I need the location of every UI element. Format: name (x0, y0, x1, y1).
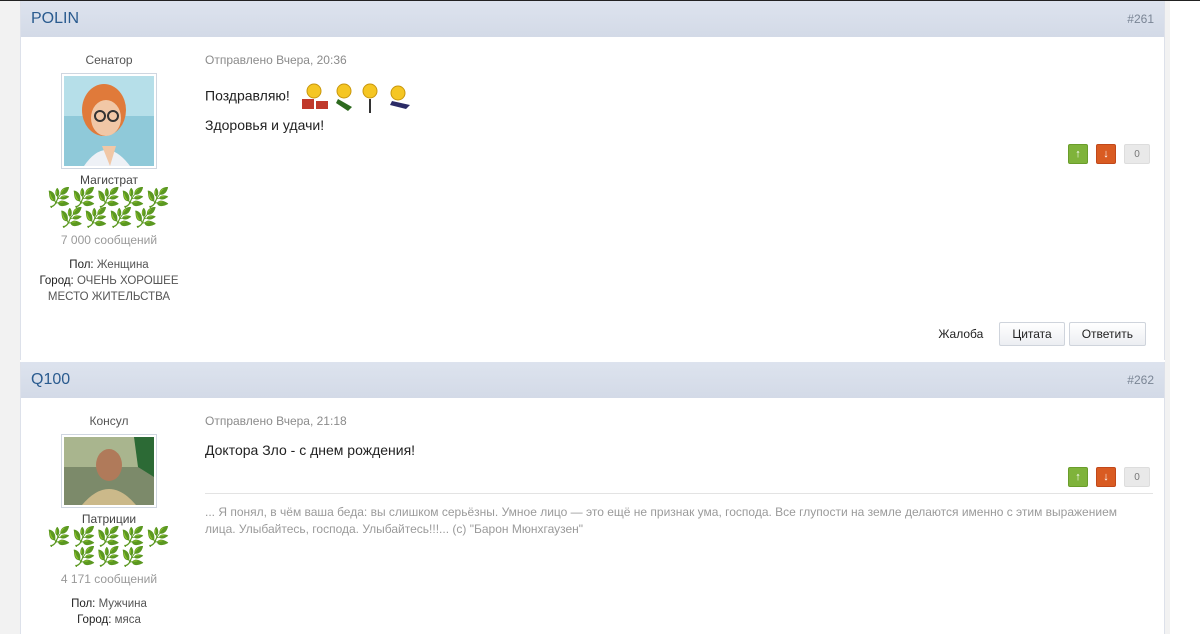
message-line: Поздравляю! (205, 81, 1145, 113)
gender-value: Мужчина (98, 598, 147, 610)
post-count: 7 000 сообщений (60, 233, 158, 247)
author-name-link[interactable]: POLIN (31, 10, 79, 28)
post: Q100 #262 Консул Патриции 🌿🌿🌿🌿🌿🌿🌿🌿 4 171… (20, 362, 1165, 634)
signature: ... Я понял, в чём ваша беда: вы слишком… (205, 505, 1117, 536)
rank-pips: 🌿🌿🌿🌿🌿🌿🌿🌿🌿 (47, 188, 171, 229)
post-count: 4 171 сообщений (60, 572, 158, 586)
post-date: Отправлено Вчера, 21:18 (205, 414, 347, 428)
reputation-count: 0 (1124, 144, 1150, 164)
post-header: Q100 #262 (21, 362, 1164, 398)
author-info: Сенатор Магистрат 🌿🌿🌿🌿🌿🌿🌿🌿🌿 7 000 сообще… (21, 37, 197, 305)
gender-value: Женщина (96, 259, 149, 271)
gender-field: Пол: Женщина (21, 257, 197, 273)
avatar[interactable] (61, 434, 157, 508)
reputation-count: 0 (1124, 467, 1150, 487)
post-body: Отправлено Вчера, 20:36 Поздравляю! Здор… (205, 53, 1145, 133)
city-label: Город: (39, 275, 74, 287)
post-date: Отправлено Вчера, 20:36 (205, 53, 347, 67)
smiley-icon (300, 81, 420, 113)
post: POLIN #261 Сенатор Магистрат 🌿🌿🌿🌿🌿🌿🌿🌿🌿 7… (20, 1, 1165, 360)
post-actions: Жалоба Цитата Ответить (938, 322, 1146, 346)
reputation: ↑ ↓ 0 (1068, 144, 1150, 164)
post-number-link[interactable]: #262 (1127, 373, 1154, 387)
rank-pips: 🌿🌿🌿🌿🌿🌿🌿🌿 (47, 527, 171, 568)
profile-fields: Пол: Женщина Город: ОЧЕНЬ ХОРОШЕЕ МЕСТО … (21, 257, 197, 305)
message-text: Здоровья и удачи! (205, 117, 325, 133)
author-name-link[interactable]: Q100 (31, 371, 70, 389)
message-text: Поздравляю! (205, 87, 290, 104)
profile-fields: Пол: Мужчина Город: мяса (21, 596, 197, 628)
quote-button[interactable]: Цитата (999, 322, 1065, 346)
rank-title: Сенатор (85, 53, 133, 67)
arrow-down-icon[interactable]: ↓ (1096, 144, 1116, 164)
topic-posts: POLIN #261 Сенатор Магистрат 🌿🌿🌿🌿🌿🌿🌿🌿🌿 7… (20, 1, 1165, 634)
arrow-up-icon[interactable]: ↑ (1068, 144, 1088, 164)
gender-label: Пол: (69, 259, 94, 271)
reputation: ↑ ↓ 0 (1068, 467, 1150, 487)
message-text: Доктора Зло - с днем рождения! (205, 442, 416, 458)
rank-title: Консул (89, 414, 129, 428)
city-field: Город: мяса (21, 612, 197, 628)
signature-divider (205, 493, 1153, 494)
post-header: POLIN #261 (21, 1, 1164, 37)
author-info: Консул Патриции 🌿🌿🌿🌿🌿🌿🌿🌿 4 171 сообщений… (21, 398, 197, 628)
page-margin (1170, 1, 1200, 634)
reply-button[interactable]: Ответить (1068, 322, 1146, 346)
post-number-link[interactable]: #261 (1127, 12, 1154, 26)
city-label: Город: (77, 614, 112, 626)
arrow-up-icon[interactable]: ↑ (1068, 467, 1088, 487)
city-field: Город: ОЧЕНЬ ХОРОШЕЕ МЕСТО ЖИТЕЛЬСТВА (21, 273, 197, 305)
member-group: Магистрат (80, 173, 138, 187)
gender-label: Пол: (71, 598, 96, 610)
post-body: Отправлено Вчера, 21:18 Доктора Зло - с … (205, 414, 1145, 458)
member-group: Патриции (81, 512, 137, 526)
report-link[interactable]: Жалоба (938, 327, 983, 341)
gender-field: Пол: Мужчина (21, 596, 197, 612)
arrow-down-icon[interactable]: ↓ (1096, 467, 1116, 487)
city-value: мяса (114, 614, 141, 626)
avatar[interactable] (61, 73, 157, 169)
